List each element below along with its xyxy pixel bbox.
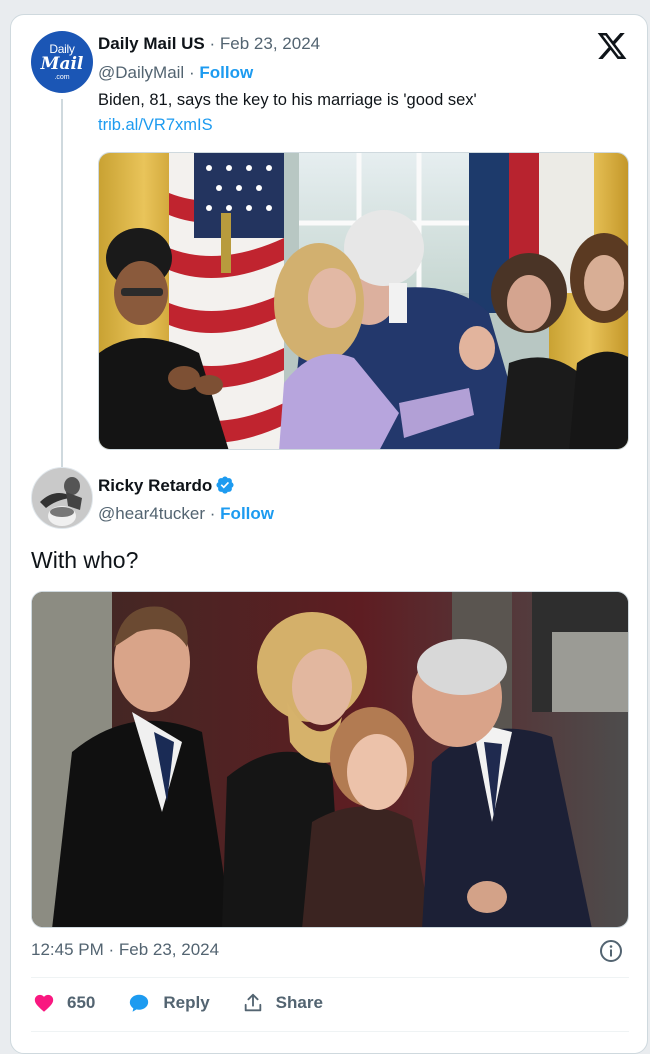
verified-badge-icon — [216, 476, 234, 494]
quoted-handle-row: @DailyMail · Follow — [98, 63, 253, 83]
quoted-tweet-text: Biden, 81, says the key to his marriage … — [98, 91, 477, 109]
avatar-text-line: .com — [54, 74, 70, 81]
main-tweet-text: With who? — [31, 547, 139, 573]
quoted-author-name[interactable]: Daily Mail US — [98, 34, 205, 53]
likes-count: 650 — [67, 993, 96, 1012]
quoted-tweet-header: Daily Mail US · Feb 23, 2024 — [98, 34, 320, 54]
main-tweet-header: Ricky Retardo — [98, 475, 235, 496]
bottom-divider — [31, 1031, 629, 1032]
avatar-image — [32, 468, 92, 528]
separator-dot: · — [188, 63, 195, 82]
reply-icon — [130, 994, 149, 1012]
separator-dot: · — [209, 34, 216, 53]
thread-connector-line — [61, 99, 63, 471]
share-button[interactable]: Share — [242, 992, 323, 1014]
daily-mail-avatar[interactable]: Daily Mail .com — [31, 31, 93, 93]
ricky-retardo-avatar[interactable] — [31, 467, 93, 529]
reply-label: Reply — [163, 993, 210, 1012]
photo-illustration — [32, 592, 628, 927]
quoted-tweet-link[interactable]: trib.al/VR7xmIS — [98, 116, 213, 135]
action-divider — [31, 977, 629, 978]
share-icon — [244, 993, 261, 1012]
follow-ricky-button[interactable]: Follow — [220, 504, 274, 523]
share-label: Share — [275, 993, 323, 1012]
main-author-handle[interactable]: @hear4tucker — [98, 504, 205, 523]
reply-button[interactable]: Reply — [127, 992, 210, 1014]
photo-illustration — [99, 153, 628, 449]
main-tweet-photo[interactable] — [31, 591, 629, 928]
avatar-text-line: Mail — [40, 54, 84, 74]
main-author-name[interactable]: Ricky Retardo — [98, 476, 212, 495]
quoted-author-handle[interactable]: @DailyMail — [98, 63, 184, 82]
main-handle-row: @hear4tucker · Follow — [98, 504, 274, 524]
heart-icon — [34, 994, 54, 1012]
like-button[interactable]: 650 — [33, 992, 95, 1014]
info-icon[interactable] — [599, 939, 623, 963]
follow-daily-mail-button[interactable]: Follow — [199, 63, 253, 82]
action-bar: 650 Reply Share — [33, 992, 355, 1014]
quoted-tweet-date[interactable]: Feb 23, 2024 — [220, 34, 320, 53]
tweet-timestamp[interactable]: 12:45 PM · Feb 23, 2024 — [31, 940, 219, 960]
x-logo-icon[interactable] — [596, 30, 628, 62]
quoted-tweet-photo[interactable] — [98, 152, 629, 450]
tweet-card: Daily Mail .com Daily Mail US · Feb 23, … — [10, 14, 648, 1054]
separator-dot: · — [209, 504, 216, 523]
